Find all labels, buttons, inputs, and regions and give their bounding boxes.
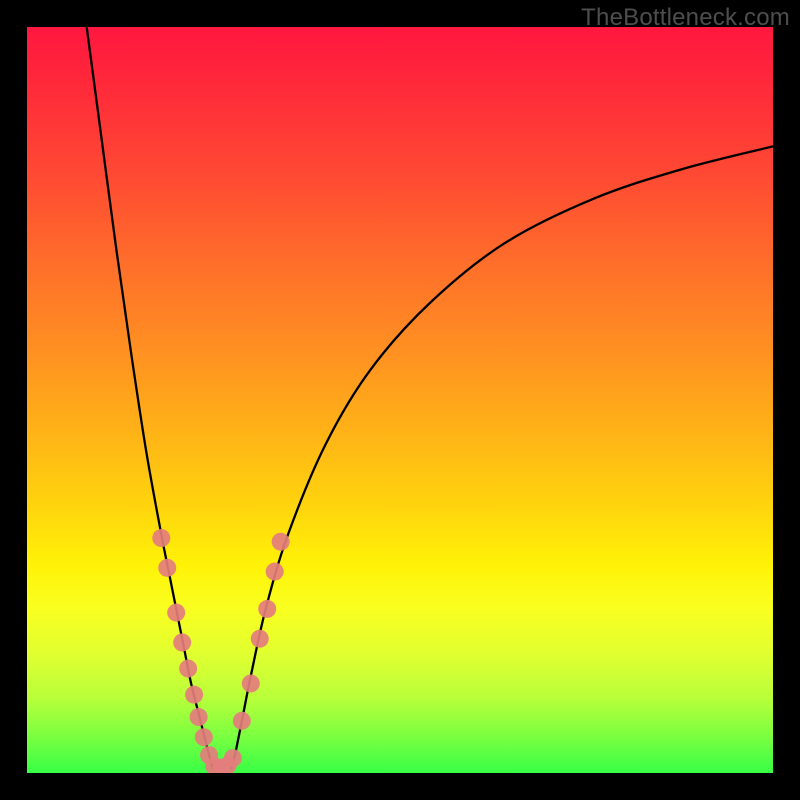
data-dot	[173, 633, 191, 651]
data-dot	[152, 529, 170, 547]
chart-plot-area	[27, 27, 773, 773]
curve-left-path	[87, 27, 213, 769]
data-dot	[272, 533, 290, 551]
data-dot	[266, 563, 284, 581]
data-dot	[233, 712, 251, 730]
watermark-label: TheBottleneck.com	[581, 4, 790, 32]
data-dot	[167, 604, 185, 622]
data-dot	[158, 559, 176, 577]
data-dot	[190, 708, 208, 726]
dots-group	[152, 529, 289, 773]
data-dot	[224, 749, 242, 767]
curve-group	[87, 27, 773, 769]
data-dot	[251, 630, 269, 648]
data-dot	[195, 728, 213, 746]
chart-svg	[27, 27, 773, 773]
data-dot	[185, 686, 203, 704]
chart-frame: TheBottleneck.com	[0, 0, 800, 800]
curve-right-path	[231, 146, 773, 769]
data-dot	[242, 674, 260, 692]
data-dot	[258, 600, 276, 618]
data-dot	[179, 660, 197, 678]
